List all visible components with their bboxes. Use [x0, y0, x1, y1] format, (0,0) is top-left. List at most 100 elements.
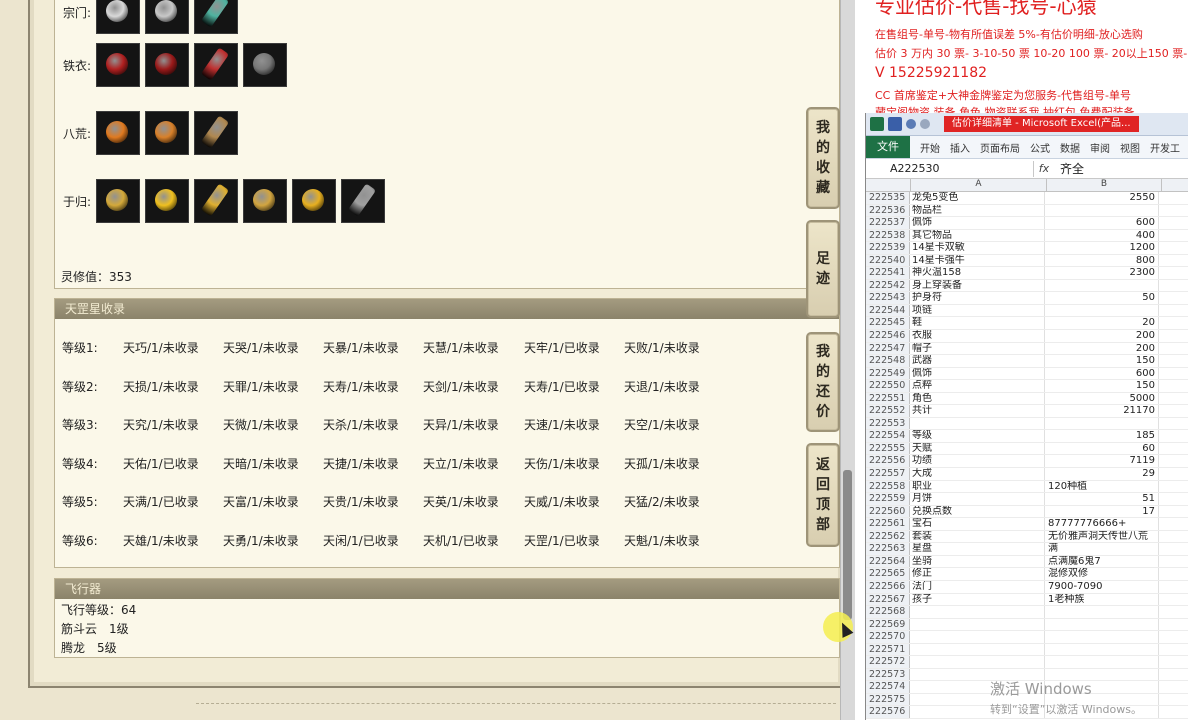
- row-header[interactable]: 222545: [866, 317, 910, 330]
- gold-necklace-icon[interactable]: [194, 179, 238, 223]
- cell-a[interactable]: 大成: [910, 468, 1045, 480]
- row-header[interactable]: 222544: [866, 304, 910, 317]
- cell-b[interactable]: 20: [1045, 317, 1159, 330]
- cell-b[interactable]: 2550: [1045, 192, 1159, 204]
- row-header[interactable]: 222568: [866, 606, 910, 618]
- cell-a[interactable]: 物品栏: [910, 204, 1045, 217]
- row-header[interactable]: 222560: [866, 505, 910, 518]
- row-header[interactable]: 222537: [866, 217, 910, 229]
- cell-a[interactable]: 点粹: [910, 380, 1045, 392]
- row-header[interactable]: 222559: [866, 493, 910, 505]
- cell-b[interactable]: 50: [1045, 292, 1159, 304]
- cell-a[interactable]: [910, 606, 1045, 618]
- cell-b[interactable]: 无价雅声洞天传世八荒: [1045, 530, 1159, 543]
- cell-b[interactable]: 120种植: [1045, 480, 1159, 493]
- row-header[interactable]: 222563: [866, 543, 910, 555]
- formula-input[interactable]: 齐全: [1054, 160, 1084, 177]
- cell-a[interactable]: 天赋: [910, 442, 1045, 455]
- row-header[interactable]: 222570: [866, 631, 910, 643]
- cell-a[interactable]: 身上穿装备: [910, 279, 1045, 292]
- white-robe-icon[interactable]: [96, 0, 140, 34]
- cell-a[interactable]: 星盘: [910, 543, 1045, 555]
- cell-a[interactable]: 修正: [910, 568, 1045, 580]
- row-header[interactable]: 222558: [866, 480, 910, 493]
- cell-a[interactable]: 14星卡强牛: [910, 254, 1045, 267]
- cell-b[interactable]: 1老种族: [1045, 593, 1159, 606]
- column-header-b[interactable]: B: [1047, 179, 1162, 191]
- row-header[interactable]: 222564: [866, 555, 910, 568]
- cell-a[interactable]: 孩子: [910, 593, 1045, 606]
- cell-b[interactable]: 600: [1045, 217, 1159, 229]
- cell-b[interactable]: 150: [1045, 380, 1159, 392]
- orange-ring-icon[interactable]: [96, 111, 140, 155]
- golden-cape-icon[interactable]: [243, 179, 287, 223]
- undo-icon[interactable]: [906, 119, 916, 129]
- row-header[interactable]: 222543: [866, 292, 910, 304]
- cell-b[interactable]: 87777776666+: [1045, 518, 1159, 530]
- row-header[interactable]: 222555: [866, 442, 910, 455]
- cell-b[interactable]: 800: [1045, 254, 1159, 267]
- scrollbar-thumb[interactable]: [843, 470, 852, 620]
- silver-belt-icon[interactable]: [341, 179, 385, 223]
- save-icon[interactable]: [888, 117, 902, 131]
- armor-piece-icon[interactable]: [243, 43, 287, 87]
- cell-a[interactable]: [910, 618, 1045, 631]
- cell-a[interactable]: 佩饰: [910, 367, 1045, 380]
- red-pendant-icon[interactable]: [194, 43, 238, 87]
- back-to-top-button[interactable]: 返回顶部: [806, 443, 840, 547]
- row-header[interactable]: 222535: [866, 192, 910, 204]
- footprints-button[interactable]: 足迹: [806, 220, 840, 318]
- cell-a[interactable]: 龙兔5变色: [910, 192, 1045, 204]
- row-header[interactable]: 222556: [866, 455, 910, 468]
- cell-a[interactable]: 护身符: [910, 292, 1045, 304]
- row-header[interactable]: 222548: [866, 355, 910, 367]
- row-header[interactable]: 222565: [866, 568, 910, 580]
- gold-ring-icon[interactable]: [292, 179, 336, 223]
- cell-b[interactable]: [1045, 606, 1159, 618]
- row-header[interactable]: 222572: [866, 656, 910, 668]
- cell-a[interactable]: 等级: [910, 430, 1045, 442]
- cell-a[interactable]: 衣服: [910, 330, 1045, 342]
- cell-b[interactable]: 5000: [1045, 392, 1159, 405]
- red-ring-icon[interactable]: [145, 43, 189, 87]
- row-header[interactable]: 222567: [866, 593, 910, 606]
- cell-b[interactable]: 60: [1045, 442, 1159, 455]
- cell-b[interactable]: 200: [1045, 342, 1159, 355]
- row-header[interactable]: 222561: [866, 518, 910, 530]
- white-armor-icon[interactable]: [145, 0, 189, 34]
- row-header[interactable]: 222549: [866, 367, 910, 380]
- redo-icon[interactable]: [920, 119, 930, 129]
- cell-a[interactable]: 帽子: [910, 342, 1045, 355]
- row-header[interactable]: 222551: [866, 392, 910, 405]
- cell-b[interactable]: 1200: [1045, 242, 1159, 254]
- row-header[interactable]: 222539: [866, 242, 910, 254]
- cell-a[interactable]: 共计: [910, 405, 1045, 417]
- row-header[interactable]: 222541: [866, 267, 910, 279]
- row-header[interactable]: 222562: [866, 530, 910, 543]
- feather-charm-icon[interactable]: [194, 111, 238, 155]
- cell-b[interactable]: 400: [1045, 229, 1159, 242]
- cell-a[interactable]: 坐骑: [910, 555, 1045, 568]
- row-header[interactable]: 222566: [866, 580, 910, 593]
- cell-b[interactable]: 2300: [1045, 267, 1159, 279]
- cell-a[interactable]: [910, 656, 1045, 668]
- row-header[interactable]: 222547: [866, 342, 910, 355]
- cell-a[interactable]: [910, 631, 1045, 643]
- tab-home[interactable]: 开始: [920, 140, 940, 155]
- cell-b[interactable]: 满: [1045, 543, 1159, 555]
- cell-a[interactable]: 项链: [910, 304, 1045, 317]
- cell-b[interactable]: 200: [1045, 330, 1159, 342]
- my-offers-button[interactable]: 我的还价: [806, 332, 840, 432]
- tab-insert[interactable]: 插入: [950, 140, 970, 155]
- row-header[interactable]: 222569: [866, 618, 910, 631]
- cell-a[interactable]: 角色: [910, 392, 1045, 405]
- column-header-a[interactable]: A: [911, 179, 1047, 191]
- row-header[interactable]: 222538: [866, 229, 910, 242]
- tab-file[interactable]: 文件: [866, 136, 910, 158]
- tab-data[interactable]: 数据: [1060, 140, 1080, 155]
- cell-a[interactable]: 鞋: [910, 317, 1045, 330]
- cell-b[interactable]: [1045, 643, 1159, 656]
- row-header[interactable]: 222557: [866, 468, 910, 480]
- cell-a[interactable]: 武器: [910, 355, 1045, 367]
- cell-b[interactable]: [1045, 656, 1159, 668]
